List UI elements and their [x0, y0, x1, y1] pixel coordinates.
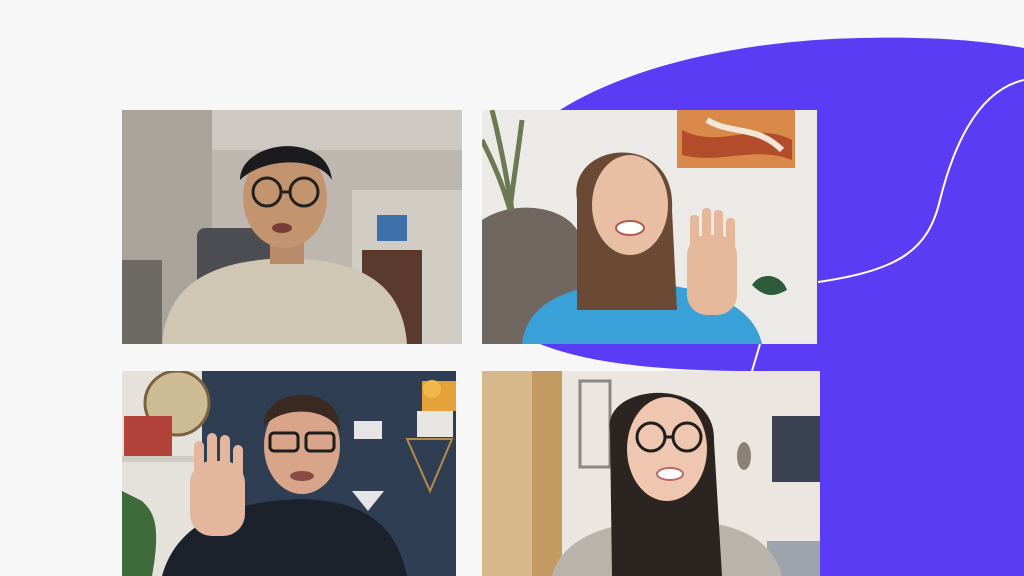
participant-3-video-feed [122, 371, 456, 576]
video-tile-participant-1[interactable] [122, 110, 462, 344]
video-tile-participant-3[interactable] [122, 371, 456, 576]
video-call-canvas [0, 0, 1024, 576]
participant-1-video-feed [122, 110, 462, 344]
participant-2-video-feed [482, 110, 817, 344]
video-tile-participant-2[interactable] [482, 110, 817, 344]
video-tile-participant-4[interactable] [482, 371, 820, 576]
participant-4-video-feed [482, 371, 820, 576]
